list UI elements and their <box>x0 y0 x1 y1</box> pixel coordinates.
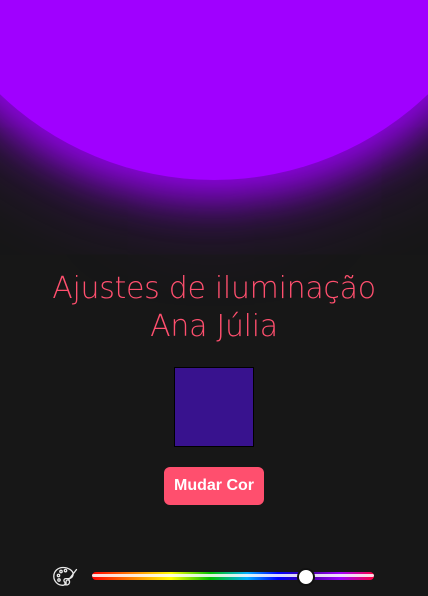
color-preview-swatch <box>174 367 254 447</box>
hue-slider-track[interactable] <box>92 572 374 580</box>
title-line-1: Ajustes de iluminação <box>52 271 376 306</box>
hue-slider[interactable] <box>92 568 374 586</box>
hue-slider-thumb[interactable] <box>297 568 316 586</box>
palette-icon <box>52 565 78 589</box>
lighting-screen: Ajustes de iluminação Ana Júlia Mudar Co… <box>0 0 428 596</box>
title-line-2: Ana Júlia <box>150 309 278 344</box>
change-color-button[interactable]: Mudar Cor <box>164 467 264 505</box>
page-title: Ajustes de iluminação Ana Júlia <box>0 270 428 346</box>
light-glow <box>0 0 428 180</box>
